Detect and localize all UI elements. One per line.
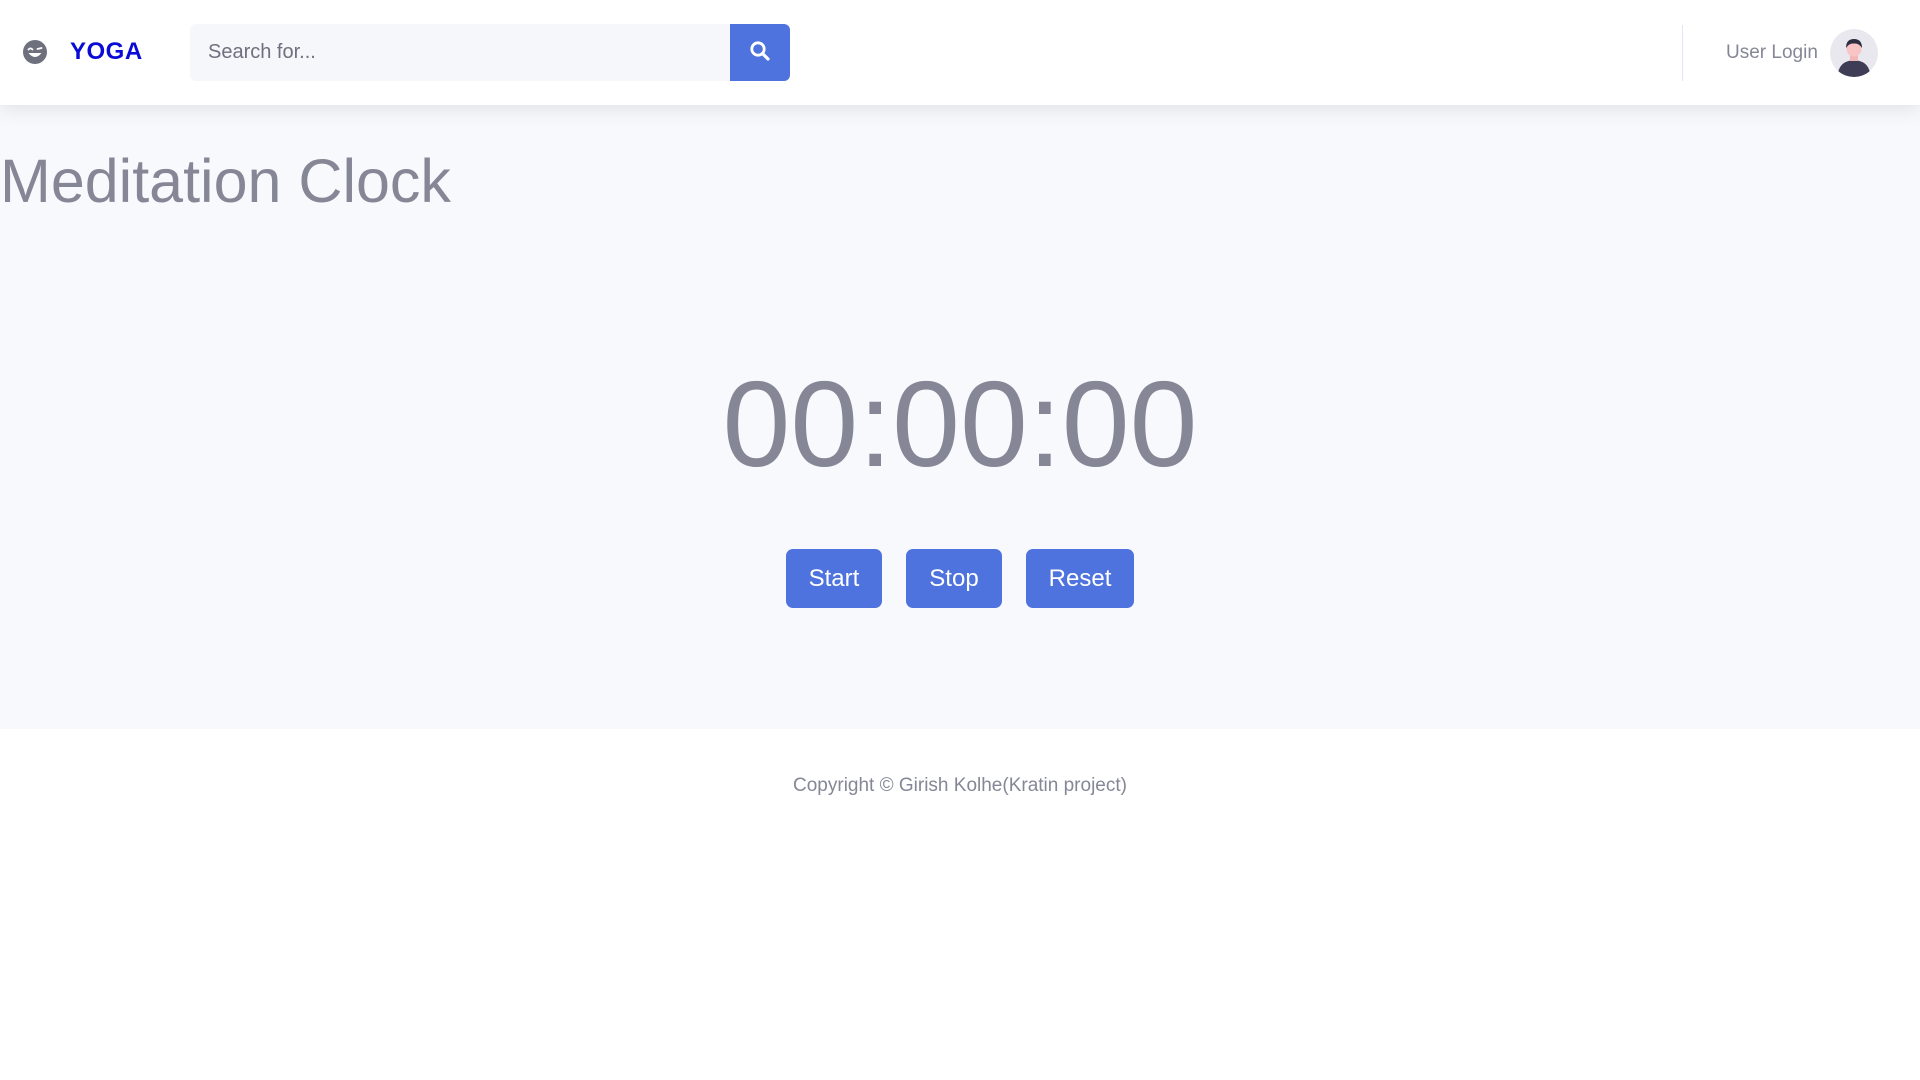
search-icon	[749, 40, 771, 65]
user-avatar-icon	[1829, 29, 1878, 77]
brand-link[interactable]: YOGA	[22, 34, 143, 70]
clock-display: 00:00:00	[722, 356, 1198, 492]
search-button[interactable]	[730, 24, 790, 81]
user-login-dropdown[interactable]: User Login	[1726, 29, 1878, 77]
topbar-divider	[1682, 25, 1683, 81]
laughing-wink-icon	[22, 39, 48, 65]
brand-name: YOGA	[70, 38, 143, 65]
main-content: Meditation Clock 00:00:00 Start Stop Res…	[0, 105, 1920, 729]
page-title: Meditation Clock	[0, 147, 451, 215]
copyright-text: Copyright © Girish Kolhe(Kratin project)	[793, 775, 1127, 796]
reset-button[interactable]: Reset	[1025, 549, 1135, 608]
search-form	[190, 24, 790, 81]
stop-button[interactable]: Stop	[906, 549, 1002, 608]
footer: Copyright © Girish Kolhe(Kratin project)	[0, 729, 1920, 1080]
search-input[interactable]	[190, 24, 730, 81]
clock-controls: Start Stop Reset	[0, 549, 1920, 608]
start-button[interactable]: Start	[785, 549, 883, 608]
user-login-label: User Login	[1726, 42, 1818, 63]
topbar: YOGA User Login	[0, 0, 1920, 105]
